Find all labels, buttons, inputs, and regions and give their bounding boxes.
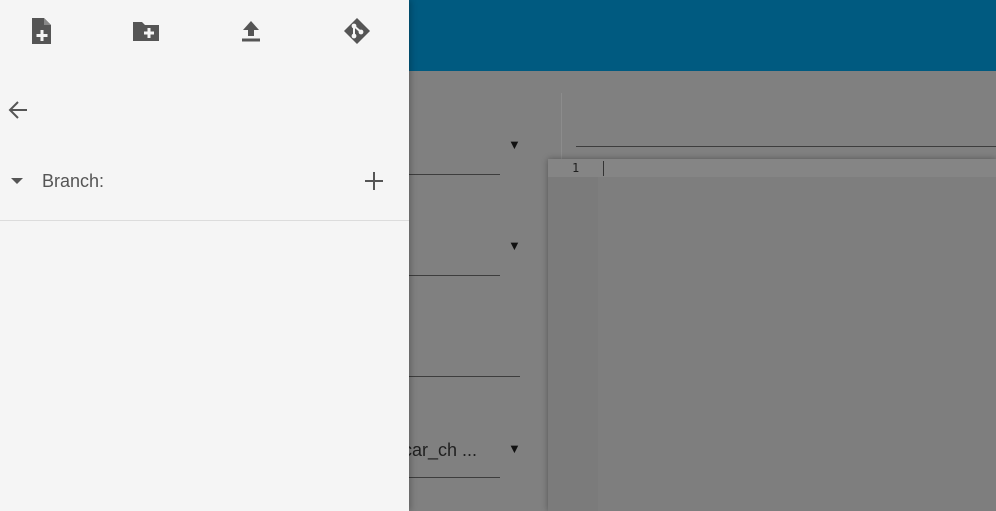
editor-header-line [576, 146, 996, 147]
back-button[interactable] [2, 94, 34, 126]
drawer-divider [0, 220, 409, 221]
drawer-toolbar [0, 0, 409, 62]
dropdown-arrow-icon[interactable]: ▼ [508, 441, 521, 456]
editor-gutter [548, 159, 598, 511]
arrow-left-icon [8, 101, 27, 119]
branch-label: Branch: [42, 171, 105, 191]
dropdown-arrow-icon[interactable]: ▼ [508, 238, 521, 253]
add-branch-button[interactable] [360, 167, 388, 195]
git-button[interactable] [340, 14, 374, 48]
editor-active-line [548, 159, 996, 177]
new-folder-icon [133, 22, 159, 41]
text-cursor [603, 161, 604, 176]
upload-button[interactable] [234, 14, 268, 48]
plus-icon [365, 172, 383, 190]
git-drawer: Branch: [0, 0, 409, 511]
upload-icon [242, 21, 260, 42]
git-icon [344, 18, 370, 44]
caret-down-icon [11, 178, 23, 184]
new-file-button[interactable] [24, 14, 58, 48]
code-editor[interactable]: 1 [548, 159, 996, 511]
line-number: 1 [572, 161, 580, 175]
new-folder-button[interactable] [129, 14, 163, 48]
new-file-icon [32, 18, 51, 44]
branch-section-header[interactable]: Branch: [0, 158, 409, 204]
branch-toggle-button[interactable] [8, 172, 26, 190]
dropdown-arrow-icon[interactable]: ▼ [508, 137, 521, 152]
